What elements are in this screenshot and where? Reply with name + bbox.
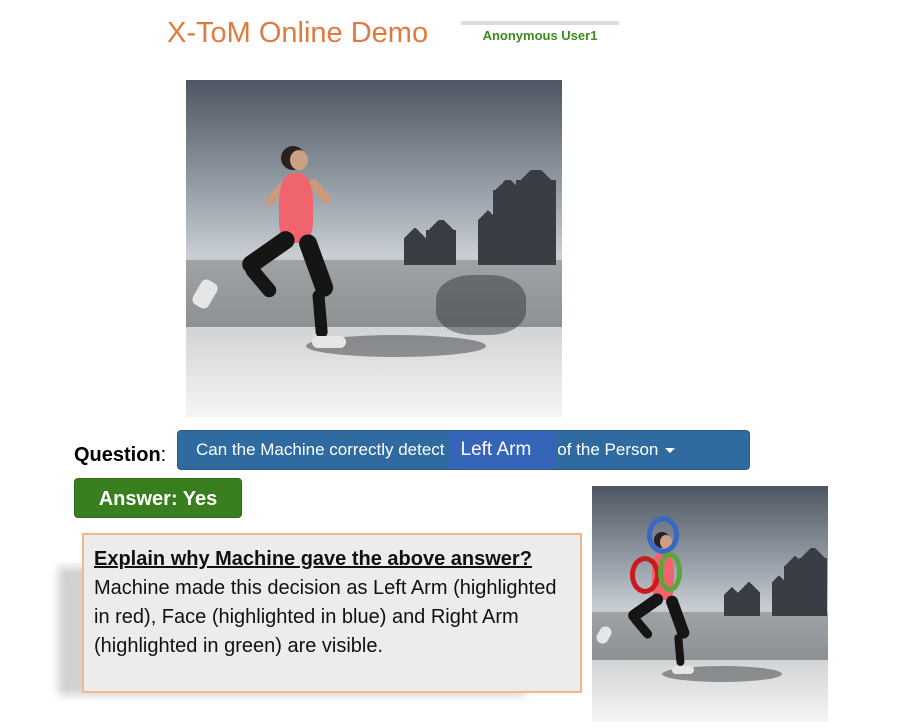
explanation-body: Machine made this decision as Left Arm (… bbox=[94, 577, 557, 657]
body-part-select[interactable]: Left Arm bbox=[448, 431, 556, 469]
main-photo bbox=[186, 80, 562, 417]
question-label-text: Question bbox=[74, 444, 161, 466]
explanation-heading: Explain why Machine gave the above answe… bbox=[94, 548, 532, 570]
explanation-photo bbox=[592, 486, 828, 722]
app-title: X-ToM Online Demo bbox=[167, 17, 429, 49]
face-highlight-ring bbox=[647, 516, 679, 554]
user-badge: Anonymous User1 bbox=[461, 21, 619, 45]
right-arm-highlight-ring bbox=[658, 552, 682, 592]
question-dropdown[interactable]: Can the Machine correctly detect Left Ar… bbox=[177, 430, 750, 470]
question-suffix: of the Person bbox=[557, 440, 659, 459]
question-label-colon: : bbox=[160, 444, 167, 466]
left-arm-highlight-ring bbox=[630, 556, 660, 594]
explanation-box: Explain why Machine gave the above answe… bbox=[82, 533, 582, 693]
question-prefix: Can the Machine correctly detect bbox=[196, 440, 445, 459]
question-label: Question: bbox=[74, 444, 166, 467]
answer-button[interactable]: Answer: Yes bbox=[74, 478, 242, 518]
caret-down-icon[interactable] bbox=[665, 447, 676, 453]
